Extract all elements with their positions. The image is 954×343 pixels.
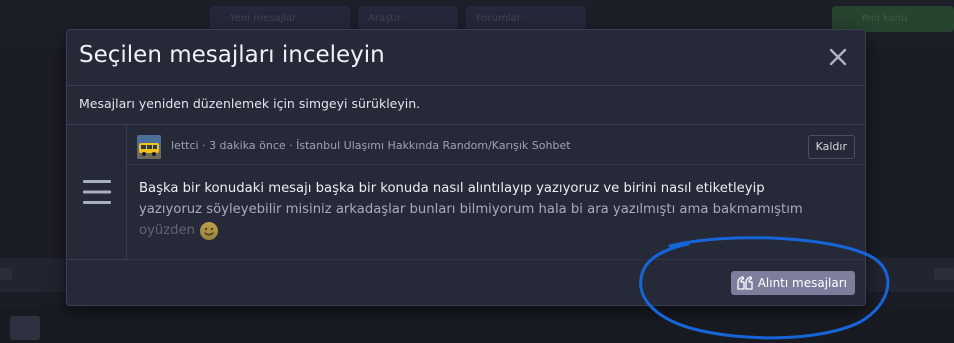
close-icon — [829, 48, 847, 66]
remove-button[interactable]: Kaldır — [807, 135, 855, 159]
quote-messages-label: Alıntı mesajları — [757, 276, 847, 290]
dialog-instructions: Mesajları yeniden düzenlemek için simgey… — [79, 96, 421, 111]
background-avatar — [10, 316, 40, 340]
selected-message-item: lettci · 3 dakika önce · İstanbul Ulaşım… — [67, 124, 865, 261]
smile-emoji-icon — [199, 221, 219, 241]
background-action-label: Yeni konu — [860, 13, 908, 24]
meta-separator: · — [198, 139, 210, 152]
message-text-line: oyüzden — [139, 220, 849, 241]
background-tab-label: Yeni mesajlar — [230, 13, 297, 24]
message-header: lettci · 3 dakika önce · İstanbul Ulaşım… — [127, 125, 865, 165]
avatar-bus-image — [137, 135, 161, 159]
quote-messages-button[interactable]: Alıntı mesajları — [730, 271, 855, 295]
quote-icon — [737, 276, 753, 290]
message-meta: lettci · 3 dakika önce · İstanbul Ulaşım… — [171, 139, 571, 152]
background-tab-label: Araştır — [368, 13, 402, 24]
review-selected-messages-dialog: Seçilen mesajları inceleyin Mesajları ye… — [66, 29, 866, 306]
background-bottom — [0, 306, 954, 343]
background-icon — [0, 268, 12, 280]
dialog-title: Seçilen mesajları inceleyin — [79, 42, 385, 68]
drag-handle[interactable] — [67, 125, 127, 259]
dialog-header: Seçilen mesajları inceleyin — [67, 30, 865, 86]
background-tab-label: Forumlar — [476, 13, 521, 24]
background-icon — [934, 268, 954, 280]
meta-separator: · — [285, 139, 297, 152]
author-link[interactable]: lettci — [171, 139, 199, 152]
message-text-fragment: oyüzden — [139, 223, 195, 238]
avatar[interactable] — [137, 135, 161, 159]
message-text-line: Başka bir konudaki mesajı başka bir konu… — [139, 181, 765, 196]
message-body: Başka bir konudaki mesajı başka bir konu… — [139, 178, 849, 241]
close-button[interactable] — [827, 46, 849, 68]
thread-link[interactable]: İstanbul Ulaşımı Hakkında Random/Karışık… — [296, 139, 570, 152]
timestamp-link[interactable]: 3 dakika önce — [209, 139, 286, 152]
message-text-line: yazıyoruz söyleyebilir misiniz arkadaşla… — [139, 202, 803, 217]
drag-handle-icon — [83, 180, 111, 204]
